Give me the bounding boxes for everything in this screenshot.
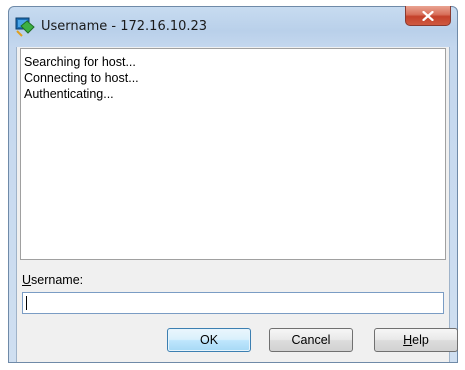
ok-button[interactable]: OK [167, 328, 251, 352]
title-bar[interactable]: Username - 172.16.10.23 [9, 6, 457, 47]
text-caret [26, 296, 27, 310]
help-mnemonic: H [403, 333, 413, 347]
status-log[interactable]: Searching for host... Connecting to host… [20, 48, 446, 260]
help-label-text: elp [412, 333, 429, 347]
log-line: Searching for host... [24, 55, 136, 69]
close-button[interactable] [405, 6, 451, 26]
cancel-button[interactable]: Cancel [269, 328, 353, 352]
help-button[interactable]: Help [374, 328, 458, 352]
username-input[interactable] [22, 292, 444, 314]
window-title: Username - 172.16.10.23 [41, 19, 208, 34]
dialog-client-area: Searching for host... Connecting to host… [16, 47, 458, 362]
app-icon [15, 17, 35, 37]
dialog-window: Username - 172.16.10.23 Searching for ho… [8, 6, 458, 363]
username-label-mnemonic: U [22, 273, 32, 287]
close-icon [422, 10, 434, 21]
username-label-text: sername: [31, 273, 84, 287]
log-line: Connecting to host... [24, 71, 139, 85]
log-line: Authenticating... [24, 87, 114, 101]
username-label: Username: [22, 273, 83, 287]
